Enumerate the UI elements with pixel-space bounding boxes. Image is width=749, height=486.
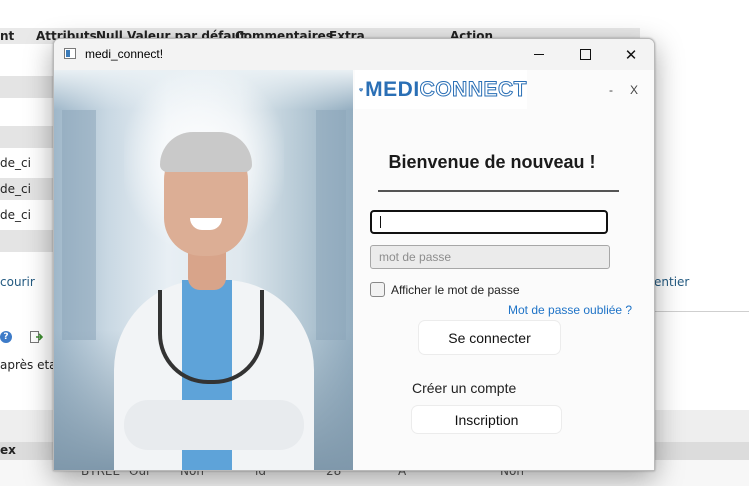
app-icon bbox=[64, 48, 76, 59]
mediconnect-logo: MEDICONNECT bbox=[355, 70, 527, 109]
close-button[interactable]: ✕ bbox=[608, 39, 654, 70]
maximize-icon bbox=[579, 49, 591, 60]
window-title: medi_connect! bbox=[85, 47, 164, 61]
stethoscope-icon bbox=[158, 290, 264, 384]
collation-cell: de_ci bbox=[0, 208, 31, 222]
username-input[interactable] bbox=[370, 210, 608, 234]
table-row: de_ci bbox=[0, 152, 53, 174]
maximize-button[interactable] bbox=[562, 39, 608, 70]
panel-minimize-button[interactable]: - bbox=[609, 83, 613, 97]
text-caret bbox=[380, 216, 381, 228]
signup-button[interactable]: Inscription bbox=[412, 406, 561, 433]
heart-logo-icon bbox=[359, 87, 363, 92]
doctor-photo bbox=[54, 70, 353, 470]
primary-key-link[interactable]: entier bbox=[654, 275, 689, 289]
help-icon[interactable]: ? bbox=[0, 331, 12, 343]
password-input[interactable] bbox=[370, 245, 610, 269]
minimize-icon bbox=[534, 54, 544, 55]
minimize-button[interactable] bbox=[516, 39, 562, 70]
column-header: nt bbox=[0, 29, 15, 43]
table-row bbox=[0, 230, 53, 252]
show-password-label[interactable]: Afficher le mot de passe bbox=[391, 283, 520, 297]
browse-link[interactable]: courir bbox=[0, 275, 35, 289]
table-row: de_ci bbox=[0, 178, 53, 200]
table-row: de_ci bbox=[0, 204, 53, 226]
login-window: medi_connect! ✕ MEDICONNECT - X Bienvenu… bbox=[53, 38, 655, 471]
welcome-heading: Bienvenue de nouveau ! bbox=[388, 152, 596, 172]
logo-text-medi: MEDI bbox=[365, 77, 420, 101]
title-bar[interactable]: medi_connect! ✕ bbox=[54, 39, 654, 70]
table-row bbox=[0, 126, 53, 148]
divider bbox=[653, 311, 749, 312]
close-icon: ✕ bbox=[624, 45, 638, 64]
panel-close-button[interactable]: X bbox=[630, 83, 638, 97]
export-icon[interactable] bbox=[30, 331, 43, 343]
index-header-label: ex bbox=[0, 443, 16, 457]
divider bbox=[378, 190, 619, 192]
logo-text-connect: CONNECT bbox=[419, 77, 527, 101]
collation-cell: de_ci bbox=[0, 182, 31, 196]
login-button[interactable]: Se connecter bbox=[419, 321, 560, 354]
show-password-checkbox[interactable] bbox=[370, 282, 385, 297]
forgot-password-link[interactable]: Mot de passe oubliée ? bbox=[508, 303, 632, 317]
collation-cell: de_ci bbox=[0, 156, 31, 170]
table-row bbox=[0, 76, 53, 98]
create-account-label: Créer un compte bbox=[412, 380, 517, 396]
